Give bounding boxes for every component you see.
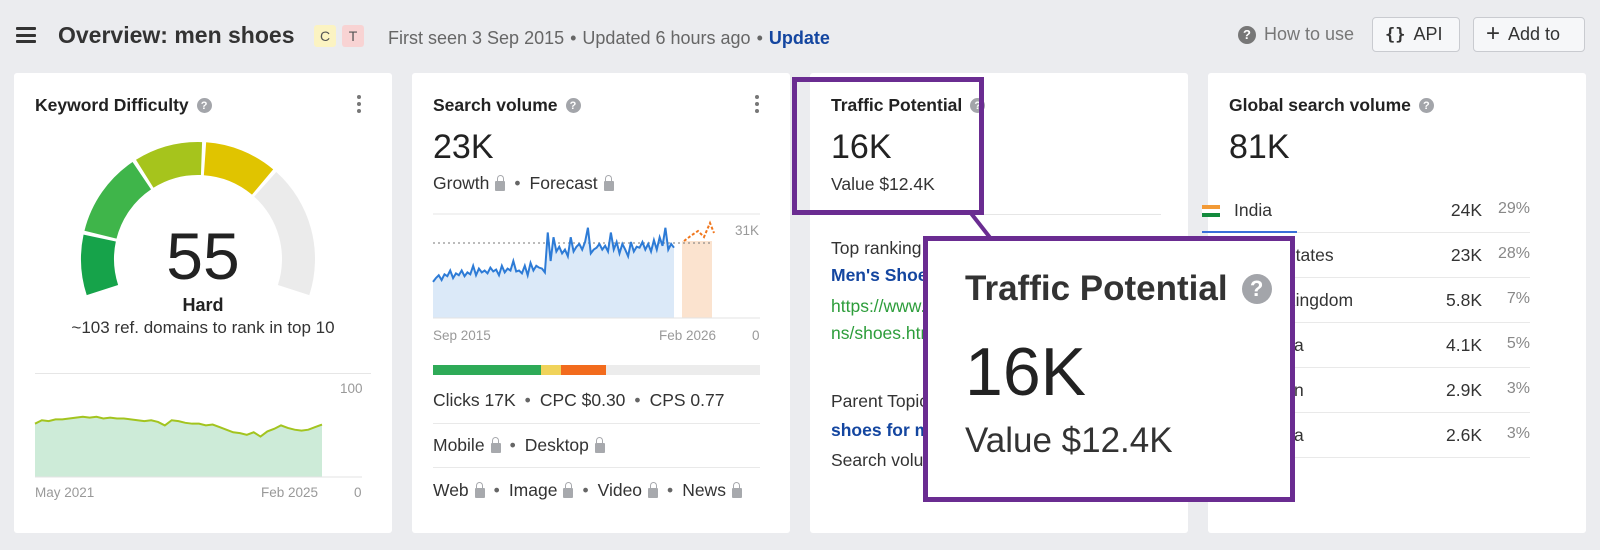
help-icon: ? — [1241, 274, 1272, 304]
serp-type-row: Web • Image • Video • News — [433, 480, 742, 501]
country-row[interactable]: India 24K 29% — [1202, 188, 1586, 233]
intent-badge-commercial[interactable]: C — [314, 25, 336, 47]
lock-icon — [731, 481, 742, 498]
update-link[interactable]: Update — [769, 28, 830, 48]
country-percent: 5% — [1506, 335, 1530, 352]
sv-axis-max: 31K — [735, 223, 760, 238]
sv-axis-start: Sep 2015 — [433, 328, 491, 343]
hamburger-menu-icon[interactable] — [16, 27, 36, 43]
code-braces-icon: {} — [1385, 24, 1406, 45]
lock-icon — [648, 481, 659, 498]
traffic-potential-highlight-box — [792, 77, 984, 215]
device-row: Mobile • Desktop — [433, 435, 605, 456]
zoom-title-text: Traffic Potential — [965, 269, 1228, 308]
divider — [433, 423, 760, 424]
cps-value: CPS 0.77 — [649, 390, 725, 410]
forecast-band — [682, 241, 712, 318]
lock-icon — [594, 436, 605, 453]
kd-axis-end: Feb 2025 — [261, 485, 319, 500]
help-icon: ? — [1238, 25, 1256, 44]
zoom-value-label: Value $12.4K — [965, 421, 1173, 460]
page-title: Overview: men shoes — [58, 22, 295, 48]
country-percent: 3% — [1506, 425, 1530, 442]
organic-clicks-segment — [433, 365, 541, 375]
parent-topic-label: Parent Topic — [831, 391, 928, 411]
news-label[interactable]: News — [682, 480, 726, 501]
gsv-title: Global search volume ? — [1229, 95, 1434, 116]
kd-axis-start: May 2021 — [35, 485, 95, 500]
desktop-label[interactable]: Desktop — [525, 435, 589, 456]
country-percent: 28% — [1497, 245, 1530, 262]
api-button[interactable]: {} API — [1372, 17, 1460, 52]
clicks-stats-row: Clicks 17K • CPC $0.30 • CPS 0.77 — [433, 390, 725, 410]
parent-search-volume: Search volum — [831, 450, 938, 470]
gsv-title-text: Global search volume — [1229, 95, 1411, 115]
country-percent: 29% — [1497, 200, 1530, 217]
top-ranking-page-link[interactable]: Men's Shoes — [831, 265, 937, 286]
mobile-label[interactable]: Mobile — [433, 435, 485, 456]
gsv-value: 81K — [1229, 128, 1290, 166]
sv-axis-min: 0 — [752, 328, 760, 343]
search-volume-card: Search volume ? 23K Growth • Forecast Se… — [412, 73, 790, 533]
zoom-value: 16K — [965, 334, 1086, 410]
sv-axis-end: Feb 2026 — [659, 328, 717, 343]
intent-badge-transactional[interactable]: T — [342, 25, 364, 47]
india-flag-icon — [1202, 205, 1220, 217]
add-to-button[interactable]: + Add to — [1473, 17, 1585, 52]
video-label[interactable]: Video — [598, 480, 642, 501]
other-clicks-segment — [560, 365, 607, 375]
country-volume: 2.9K — [1446, 380, 1482, 400]
clicks-distribution-bar — [433, 365, 760, 375]
how-to-use-link[interactable]: ? How to use — [1238, 24, 1354, 45]
country-volume: 23K — [1450, 245, 1482, 265]
country-volume: 24K — [1450, 200, 1482, 220]
kd-axis-min: 0 — [354, 485, 362, 500]
top-ranking-url-cont[interactable]: ns/shoes.htm — [831, 323, 935, 344]
search-volume-chart — [432, 213, 760, 319]
traffic-potential-zoom-callout: Traffic Potential ? 16K Value $12.4K — [923, 236, 1295, 502]
country-name: a — [1294, 335, 1304, 355]
forecast-line — [683, 220, 715, 242]
clicks-value: Clicks 17K — [433, 390, 516, 410]
how-to-use-label: How to use — [1264, 24, 1355, 44]
add-to-label: Add to — [1508, 24, 1561, 44]
country-name: n — [1294, 380, 1304, 400]
cpc-value: CPC $0.30 — [539, 390, 626, 410]
keyword-meta: First seen 3 Sep 2015 • Updated 6 hours ag… — [388, 28, 830, 48]
plus-icon: + — [1486, 19, 1501, 47]
country-percent: 7% — [1506, 290, 1530, 307]
lock-icon — [490, 436, 501, 453]
zoom-title: Traffic Potential ? — [965, 269, 1272, 309]
country-volume: 4.1K — [1446, 335, 1482, 355]
divider — [433, 467, 760, 468]
keyword-difficulty-card: Keyword Difficulty ? 55 Hard ~103 ref. d… — [14, 73, 392, 533]
first-seen-text: First seen 3 Sep 2015 — [388, 28, 565, 48]
header-bar: Overview: men shoes C T First seen 3 Sep… — [0, 0, 1600, 70]
image-label[interactable]: Image — [509, 480, 558, 501]
lock-icon — [563, 481, 574, 498]
country-name: India — [1234, 200, 1272, 220]
country-volume: 5.8K — [1446, 290, 1482, 310]
api-label: API — [1413, 24, 1443, 44]
web-label[interactable]: Web — [433, 480, 469, 501]
help-icon[interactable]: ? — [1418, 98, 1434, 113]
country-name: a — [1294, 425, 1304, 445]
kd-history-chart — [34, 415, 362, 478]
country-percent: 3% — [1506, 380, 1530, 397]
updated-text: Updated 6 hours ago — [582, 28, 751, 48]
kd-axis-max: 100 — [340, 381, 363, 396]
paid-clicks-segment — [540, 365, 561, 375]
lock-icon — [474, 481, 485, 498]
country-volume: 2.6K — [1446, 425, 1482, 445]
